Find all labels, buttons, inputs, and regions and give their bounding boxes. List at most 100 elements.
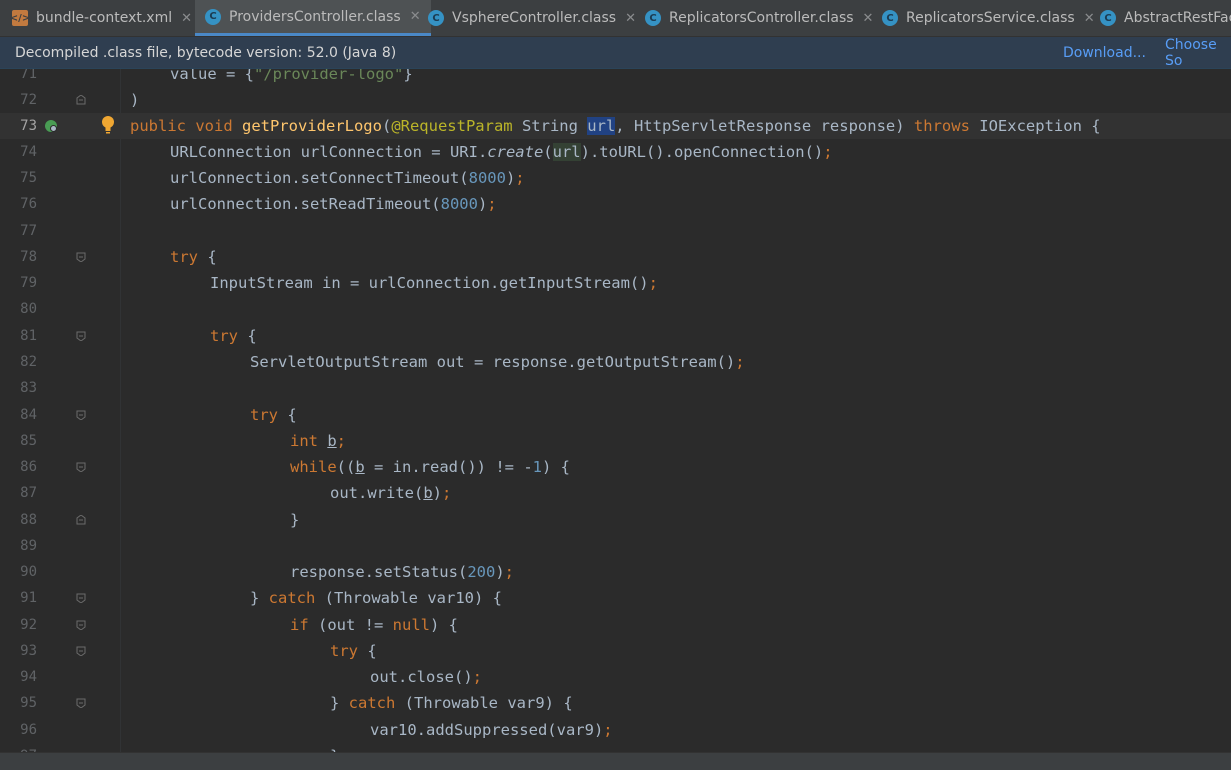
selected-identifier[interactable]: url — [587, 117, 616, 135]
fold-end-icon[interactable] — [76, 95, 86, 105]
code-text: try { — [170, 244, 217, 270]
code-line: 78 try { — [0, 244, 1231, 270]
line-number: 83 — [20, 380, 37, 396]
code-token: InputStream in = urlConnection.getInputS… — [210, 274, 649, 292]
close-icon[interactable]: ✕ — [625, 11, 636, 26]
request-mapping-icon[interactable] — [44, 119, 58, 133]
code-token: ; — [823, 143, 833, 161]
code-text: try { — [210, 323, 257, 349]
code-line: 83 — [0, 375, 1231, 401]
fold-icon[interactable] — [76, 331, 86, 341]
code-text: urlConnection.setConnectTimeout(8000); — [170, 165, 525, 191]
code-text: InputStream in = urlConnection.getInputS… — [210, 270, 658, 296]
status-bar — [0, 752, 1231, 770]
close-icon[interactable]: ✕ — [1084, 11, 1095, 26]
code-editor[interactable]: 71 value = {"/provider-logo"} 72 ) 73 pu… — [0, 69, 1231, 752]
xml-file-icon: </> — [10, 10, 30, 26]
close-icon[interactable]: ✕ — [410, 9, 421, 24]
line-number: 94 — [20, 669, 37, 685]
code-line: 85 int b; — [0, 428, 1231, 454]
code-text: public void getProviderLogo(@RequestPara… — [130, 113, 1101, 139]
code-token: { — [238, 327, 257, 345]
tab-bundle-context[interactable]: </> bundle-context.xml ✕ — [10, 0, 192, 36]
code-token: try — [330, 642, 358, 660]
line-number: 85 — [20, 433, 37, 449]
line-number: 91 — [20, 590, 37, 606]
fold-icon[interactable] — [76, 462, 86, 472]
code-token: 200 — [467, 563, 496, 581]
annotation: @RequestParam — [391, 117, 513, 135]
code-line: 72 ) — [0, 87, 1231, 113]
close-icon[interactable]: ✕ — [863, 11, 874, 26]
tab-label: ProvidersController.class — [229, 8, 401, 25]
code-line: 90 response.setStatus(200); — [0, 559, 1231, 585]
choose-sources-link[interactable]: Choose So — [1165, 37, 1231, 69]
code-text: ServletOutputStream out = response.getOu… — [250, 349, 745, 375]
code-token: (( — [336, 458, 356, 476]
code-token: ; — [472, 668, 482, 686]
code-token: int — [290, 432, 328, 450]
code-token: if — [290, 616, 309, 634]
line-number: 82 — [20, 354, 37, 370]
code-text: urlConnection.setReadTimeout(8000); — [170, 191, 497, 217]
code-token: ; — [735, 353, 745, 371]
line-number: 89 — [20, 538, 37, 554]
code-token: URLConnection urlConnection = URI. — [170, 143, 488, 161]
line-number: 80 — [20, 301, 37, 317]
code-token: ) — [477, 195, 488, 213]
code-line: 82 ServletOutputStream out = response.ge… — [0, 349, 1231, 375]
fold-icon[interactable] — [76, 620, 86, 630]
fold-icon[interactable] — [76, 252, 86, 262]
code-token: b — [423, 484, 433, 502]
code-token: value = { — [170, 69, 254, 83]
code-token: (Throwable var10) { — [315, 589, 502, 607]
code-text: out.close(); — [370, 664, 482, 690]
code-text: } — [290, 511, 300, 529]
code-line: 84 try { — [0, 402, 1231, 428]
code-line: 89 — [0, 533, 1231, 559]
tab-label: ReplicatorsService.class — [906, 10, 1075, 26]
tab-replicators-controller[interactable]: C ReplicatorsController.class ✕ — [645, 0, 873, 36]
fold-end-icon[interactable] — [76, 515, 86, 525]
code-token: { — [198, 248, 217, 266]
line-number: 88 — [20, 512, 37, 528]
code-token: b — [327, 432, 337, 450]
code-token: { — [358, 642, 377, 660]
code-line: 97 } — [0, 743, 1231, 752]
code-line: 93 try { — [0, 638, 1231, 664]
identifier-usage: url — [552, 143, 581, 161]
lightbulb-icon[interactable] — [100, 115, 116, 135]
fold-icon[interactable] — [76, 698, 86, 708]
class-file-icon: C — [645, 10, 661, 26]
code-token: ; — [442, 484, 452, 502]
fold-icon[interactable] — [76, 410, 86, 420]
fold-icon[interactable] — [76, 593, 86, 603]
line-number: 96 — [20, 722, 37, 738]
code-token: create — [487, 143, 544, 161]
code-token: ) { — [542, 458, 571, 476]
line-number: 79 — [20, 275, 37, 291]
line-number: 97 — [0, 743, 37, 752]
code-text: } catch (Throwable var10) { — [250, 585, 502, 611]
code-token: catch — [348, 694, 396, 712]
code-token: ; — [336, 432, 347, 450]
tab-providers-controller[interactable]: C ProvidersController.class ✕ — [195, 0, 431, 36]
code-text: int b; — [290, 428, 346, 454]
method-name[interactable]: getProviderLogo — [242, 117, 382, 135]
close-icon[interactable]: ✕ — [181, 11, 192, 26]
code-line: 81 try { — [0, 323, 1231, 349]
fold-icon[interactable] — [76, 646, 86, 656]
code-line: 76 urlConnection.setReadTimeout(8000); — [0, 191, 1231, 217]
code-line: 77 — [0, 218, 1231, 244]
code-line: 74 URLConnection urlConnection = URI.cre… — [0, 139, 1231, 165]
tab-vsphere-controller[interactable]: C VsphereController.class ✕ — [428, 0, 636, 36]
tab-label: AbstractRestFact — [1124, 10, 1231, 26]
tab-label: VsphereController.class — [452, 10, 617, 26]
tab-abstract-rest-fact[interactable]: C AbstractRestFact — [1100, 0, 1231, 36]
code-token: } — [250, 589, 269, 607]
line-number: 75 — [20, 170, 37, 186]
download-link[interactable]: Download... — [1063, 45, 1146, 61]
tab-replicators-service[interactable]: C ReplicatorsService.class ✕ — [882, 0, 1095, 36]
code-line: 86 while((b = in.read()) != -1) { — [0, 454, 1231, 480]
code-token: urlConnection.setReadTimeout( — [170, 195, 441, 213]
